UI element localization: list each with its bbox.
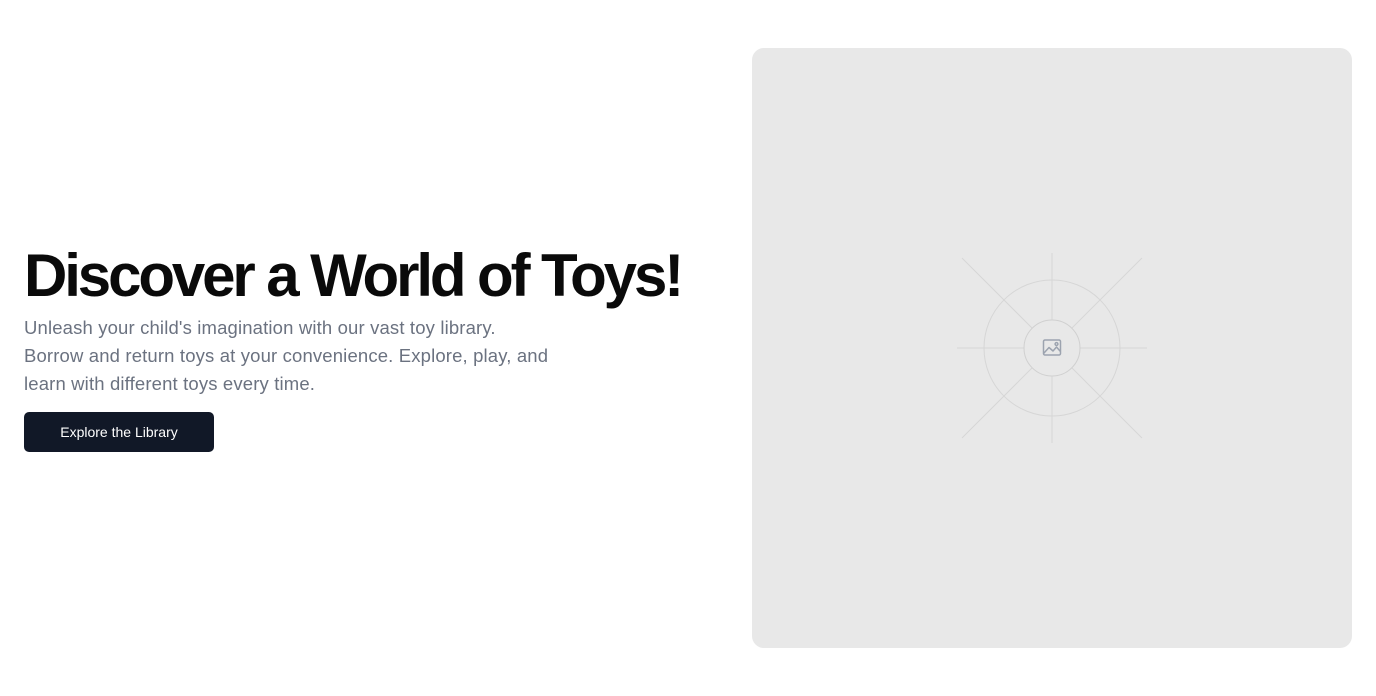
hero-section: Discover a World of Toys! Unleash your c…	[0, 0, 1376, 696]
hero-text-block: Discover a World of Toys! Unleash your c…	[24, 240, 704, 398]
hero-description-line-1: Unleash your child's imagination with ou…	[24, 317, 496, 338]
explore-library-button[interactable]: Explore the Library	[24, 412, 214, 452]
page-title: Discover a World of Toys!	[24, 242, 684, 309]
hero-image-placeholder	[752, 48, 1352, 648]
placeholder-graphic	[957, 253, 1147, 443]
hero-description-line-2: Borrow and return toys at your convenien…	[24, 345, 549, 366]
hero-description: Unleash your child's imagination with ou…	[24, 314, 624, 398]
hero-description-line-3: learn with different toys every time.	[24, 373, 316, 394]
